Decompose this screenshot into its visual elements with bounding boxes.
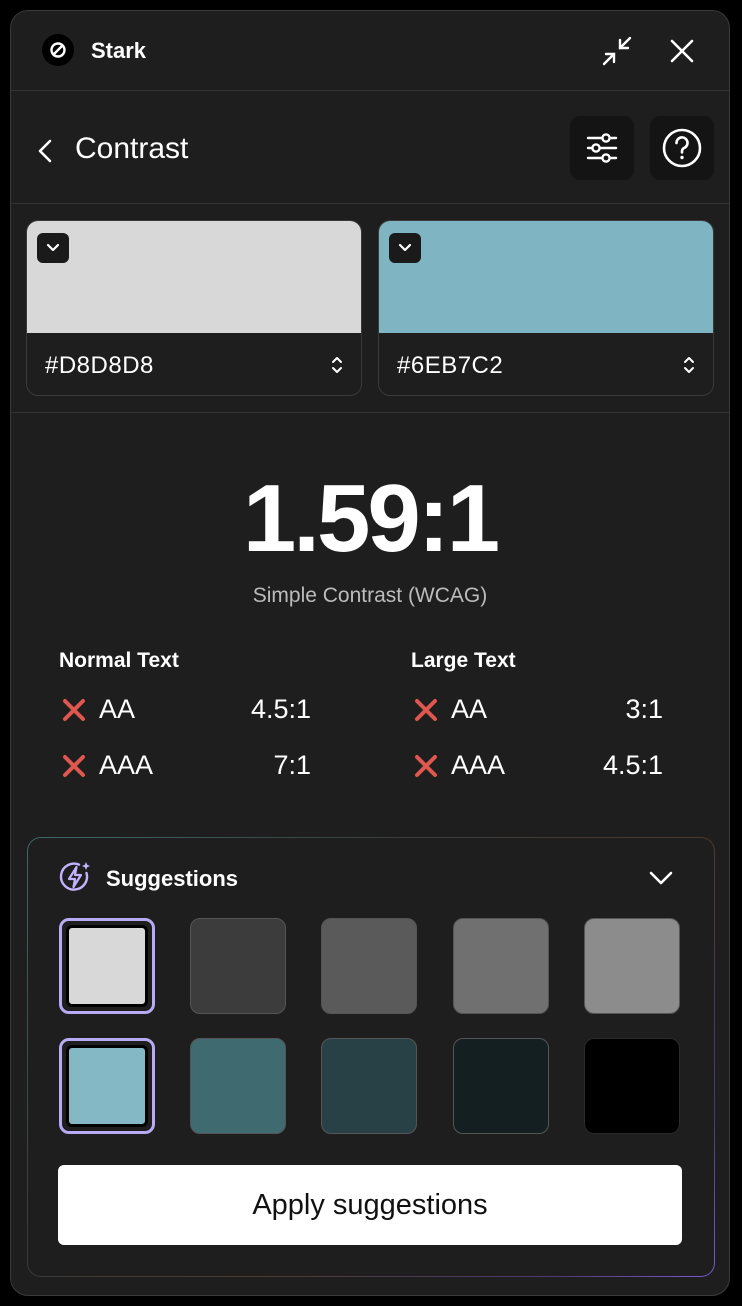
chevron-down-icon xyxy=(649,871,673,885)
background-hex-value[interactable]: #6EB7C2 xyxy=(397,352,503,380)
foreground-dropdown-button[interactable] xyxy=(37,233,69,263)
fail-x-icon xyxy=(63,755,85,777)
level-label: AA xyxy=(451,694,488,724)
section-divider xyxy=(11,412,729,413)
swatch-fill xyxy=(66,1045,148,1127)
background-suggestion-swatch[interactable] xyxy=(59,1038,155,1134)
required-ratio: 3:1 xyxy=(625,694,663,724)
swatch-fill xyxy=(66,925,148,1007)
contrast-ratio: 1.59:1 xyxy=(242,465,500,572)
large-aaa-row: AAA 4.5:1 xyxy=(413,748,663,784)
fail-x-icon xyxy=(415,755,437,777)
level-label: AAA xyxy=(99,750,154,780)
foreground-suggestion-swatch[interactable] xyxy=(190,918,286,1014)
suggestions-panel: Suggestions Apply suggestions xyxy=(27,837,715,1277)
background-dropdown-button[interactable] xyxy=(389,233,421,263)
background-suggestion-swatch[interactable] xyxy=(190,1038,286,1134)
required-ratio: 7:1 xyxy=(273,750,311,780)
foreground-suggestion-swatch[interactable] xyxy=(321,918,417,1014)
large-text-heading: Large Text xyxy=(411,649,516,672)
collapse-button[interactable] xyxy=(597,31,637,71)
foreground-stepper[interactable] xyxy=(327,351,347,379)
large-aa-row: AA 3:1 xyxy=(413,692,663,728)
fail-x-icon xyxy=(63,699,85,721)
background-suggestion-swatch[interactable] xyxy=(453,1038,549,1134)
app-name: Stark xyxy=(91,38,147,63)
close-button[interactable] xyxy=(662,31,702,71)
foreground-suggestion-swatch[interactable] xyxy=(59,918,155,1014)
contrast-method-label: Simple Contrast (WCAG) xyxy=(252,584,488,607)
background-suggestion-swatch[interactable] xyxy=(321,1038,417,1134)
foreground-hex-field[interactable]: #D8D8D8 xyxy=(27,333,361,395)
normal-aaa-row: AAA 7:1 xyxy=(61,748,311,784)
required-ratio: 4.5:1 xyxy=(250,694,311,724)
help-button[interactable] xyxy=(650,116,714,180)
settings-button[interactable] xyxy=(570,116,634,180)
sliders-icon xyxy=(586,133,618,163)
background-stepper[interactable] xyxy=(679,351,699,379)
foreground-hex-value[interactable]: #D8D8D8 xyxy=(45,352,154,380)
chevron-left-icon xyxy=(38,139,52,163)
title-bar: Stark xyxy=(11,11,729,91)
help-icon xyxy=(662,128,702,168)
background-color-card: #6EB7C2 xyxy=(378,220,714,396)
background-hex-field[interactable]: #6EB7C2 xyxy=(379,333,713,395)
foreground-color-card: #D8D8D8 xyxy=(26,220,362,396)
page-header: Contrast xyxy=(11,92,729,204)
chevron-down-icon xyxy=(398,243,412,252)
suggestions-toggle[interactable] xyxy=(646,866,676,890)
normal-aa-row: AA 4.5:1 xyxy=(61,692,311,728)
chevron-up-down-icon xyxy=(332,357,342,373)
back-button[interactable] xyxy=(35,132,65,170)
collapse-icon xyxy=(602,36,632,66)
suggestions-title: Suggestions xyxy=(106,866,239,891)
chevron-up-down-icon xyxy=(684,357,694,373)
level-label: AAA xyxy=(451,750,506,780)
foreground-swatch[interactable] xyxy=(27,221,361,333)
close-icon xyxy=(670,39,694,63)
foreground-suggestion-swatch[interactable] xyxy=(584,918,680,1014)
fail-x-icon xyxy=(415,699,437,721)
normal-text-heading: Normal Text xyxy=(59,649,179,672)
magic-bolt-icon xyxy=(59,862,90,891)
stark-logo-icon xyxy=(42,34,74,66)
stark-panel: Stark Contrast #D8D8D8 #6EB7C2 1.59:1 Si… xyxy=(10,10,730,1296)
chevron-down-icon xyxy=(46,243,60,252)
level-label: AA xyxy=(99,694,136,724)
background-suggestion-swatch[interactable] xyxy=(584,1038,680,1134)
required-ratio: 4.5:1 xyxy=(602,750,663,780)
foreground-suggestion-swatch[interactable] xyxy=(453,918,549,1014)
background-swatch[interactable] xyxy=(379,221,713,333)
apply-suggestions-button[interactable]: Apply suggestions xyxy=(58,1165,682,1245)
page-title: Contrast xyxy=(75,132,189,165)
